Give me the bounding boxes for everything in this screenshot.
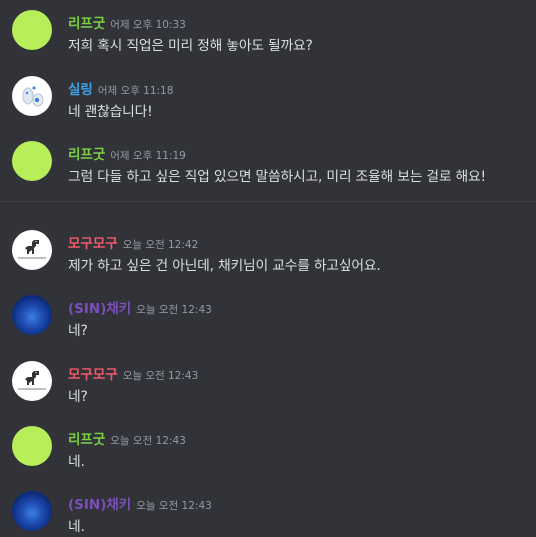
divider (0, 201, 536, 202)
message-text: 네. (68, 519, 85, 535)
username[interactable]: 리프굿 (68, 147, 105, 163)
message-text: 네 괜찮습니다! (68, 104, 153, 120)
dinosaur-icon (18, 371, 46, 390)
message-text: 그럼 다들 하고 싶은 직업 있으면 말씀하시고, 미리 조율해 보는 걸로 해… (68, 169, 486, 185)
timestamp: 어제 오후 10:33 (110, 19, 186, 31)
timestamp: 오늘 오전 12:43 (110, 435, 186, 447)
timestamp: 어제 오후 11:18 (97, 85, 174, 97)
message-text: 제가 하고 싶은 건 아닌데, 채키님이 교수를 하고싶어요. (68, 258, 381, 274)
username[interactable]: (SIN)채키 (68, 497, 131, 513)
username[interactable]: 실링 (68, 82, 93, 98)
message-header: 리프굿 오늘 오전 12:43 (68, 428, 186, 448)
avatar[interactable] (12, 230, 52, 270)
message-text: 네? (68, 389, 88, 405)
message-header: (SIN)채키 오늘 오전 12:43 (68, 493, 212, 513)
message-header: (SIN)채키 오늘 오전 12:43 (68, 297, 212, 317)
message-header: 리프굿 어제 오후 10:33 (68, 12, 186, 32)
username[interactable]: (SIN)채키 (68, 301, 131, 317)
avatar[interactable] (12, 76, 52, 116)
message-text: 저희 혹시 직업은 미리 정해 놓아도 될까요? (68, 38, 313, 54)
timestamp: 오늘 오전 12:43 (122, 370, 199, 382)
message-header: 리프굿 어제 오후 11:19 (68, 143, 186, 163)
message-text: 네? (68, 323, 88, 339)
seal-icon (22, 86, 44, 107)
timestamp: 오늘 오전 12:43 (136, 500, 212, 512)
timestamp: 오늘 오전 12:42 (122, 239, 199, 251)
username[interactable]: 리프굿 (68, 432, 105, 448)
username[interactable]: 모구모구 (68, 236, 118, 252)
avatar[interactable] (12, 491, 52, 531)
message-header: 실링 어제 오후 11:18 (68, 78, 173, 98)
avatar[interactable] (12, 10, 52, 50)
message-header: 모구모구 오늘 오전 12:42 (68, 232, 198, 252)
username[interactable]: 리프굿 (68, 16, 105, 32)
message-header: 모구모구 오늘 오전 12:43 (68, 363, 198, 383)
message-text: 네. (68, 454, 85, 470)
dinosaur-icon (18, 240, 46, 259)
timestamp: 어제 오후 11:19 (110, 150, 186, 162)
avatar[interactable] (12, 141, 52, 181)
avatar[interactable] (12, 295, 52, 335)
timestamp: 오늘 오전 12:43 (136, 304, 212, 316)
avatar[interactable] (12, 426, 52, 466)
username[interactable]: 모구모구 (68, 367, 118, 383)
avatar[interactable] (12, 361, 52, 401)
